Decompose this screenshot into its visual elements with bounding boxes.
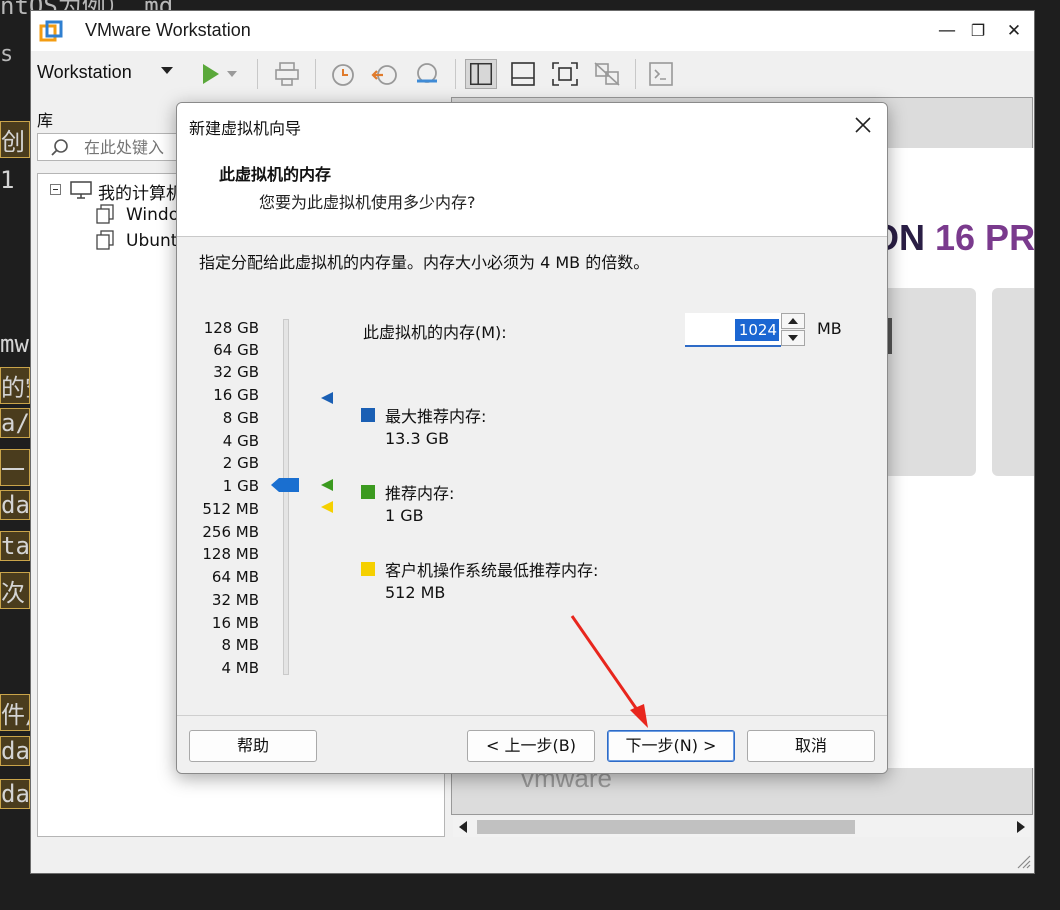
scale-label: 1 GB [222, 477, 259, 495]
bg-editor-text: 1 [0, 166, 15, 194]
memory-size-field[interactable] [685, 313, 781, 347]
scrollbar-thumb[interactable] [477, 820, 855, 834]
scale-label: 512 MB [202, 500, 259, 518]
memory-unit: MB [817, 319, 842, 338]
search-icon [51, 139, 68, 156]
scale-label: 4 MB [221, 659, 259, 677]
minimize-button[interactable]: — [934, 19, 960, 43]
scale-label: 32 MB [211, 591, 259, 609]
dialog-title: 新建虚拟机向导 [189, 119, 302, 138]
resize-grip-icon[interactable] [1013, 851, 1031, 869]
scroll-left-icon[interactable] [459, 821, 467, 833]
scale-label: 128 MB [202, 545, 259, 563]
recommended-label: 推荐内存: [385, 484, 455, 503]
console-view-icon[interactable] [645, 59, 677, 89]
help-button[interactable]: 帮助 [189, 730, 317, 762]
page-heading: 此虚拟机的内存 [219, 165, 332, 184]
bg-editor-text: da [0, 736, 30, 766]
vmware-logo-icon [39, 20, 63, 42]
max-recommended-marker [321, 392, 333, 404]
snapshot-clock-icon[interactable] [327, 59, 359, 89]
min-recommended-marker [321, 501, 333, 513]
snapshot-manager-icon[interactable] [411, 59, 443, 89]
max-recommended-label: 最大推荐内存: [385, 407, 487, 426]
chevron-down-icon[interactable] [161, 67, 173, 74]
instruction-text: 指定分配给此虚拟机的内存量。内存大小必须为 4 MB 的倍数。 [199, 253, 650, 272]
bg-editor-text: mw [0, 330, 29, 358]
scale-label: 64 GB [213, 341, 259, 359]
min-recommended-swatch [361, 562, 375, 576]
vm-icon [96, 230, 114, 250]
scale-label: 8 MB [221, 636, 259, 654]
title-bar: VMware Workstation — ❐ ✕ [31, 11, 1034, 51]
toolbar-separator [257, 59, 258, 89]
thumbnail-bar-icon[interactable] [507, 59, 539, 89]
library-label: 库 [37, 111, 54, 130]
memory-slider-thumb[interactable] [271, 477, 299, 493]
min-recommended-label: 客户机操作系统最低推荐内存: [385, 561, 599, 580]
dialog-title-bar: 新建虚拟机向导 [177, 103, 887, 147]
bg-editor-text: 一 [0, 449, 30, 486]
annotation-arrow-icon [570, 615, 648, 728]
memory-size-label: 此虚拟机的内存(M): [363, 323, 507, 342]
max-recommended-value: 13.3 GB [385, 429, 450, 448]
scale-label: 16 MB [211, 614, 259, 632]
new-vm-wizard-dialog: 新建虚拟机向导 此虚拟机的内存 您要为此虚拟机使用多少内存? 指定分配给此虚拟机… [176, 102, 888, 774]
show-library-icon[interactable] [465, 59, 497, 89]
dialog-footer: 帮助 < 上一步(B) 下一步(N) > 取消 [177, 715, 887, 773]
max-recommended-swatch [361, 408, 375, 422]
scale-label: 256 MB [202, 523, 259, 541]
memory-decrement-button[interactable] [781, 330, 805, 346]
revert-snapshot-icon[interactable] [369, 59, 401, 89]
recommended-marker [321, 479, 333, 491]
cancel-button[interactable]: 取消 [747, 730, 875, 762]
scale-label: 4 GB [222, 432, 259, 450]
bg-editor-text: 件/ [0, 694, 30, 731]
toolbar-separator [315, 59, 316, 89]
power-on-play-icon[interactable] [195, 59, 241, 89]
memory-slider-track[interactable] [283, 319, 289, 675]
toolbar-separator [635, 59, 636, 89]
home-card[interactable] [992, 288, 1034, 476]
tree-item-my-computer[interactable]: 我的计算机 [98, 179, 183, 204]
horizontal-scrollbar[interactable] [453, 817, 1031, 837]
toolbar: Workstation [31, 53, 1034, 93]
toolbar-separator [455, 59, 456, 89]
close-icon[interactable] [853, 115, 873, 135]
page-subheading: 您要为此虚拟机使用多少内存? [259, 193, 476, 212]
dialog-header: 此虚拟机的内存 您要为此虚拟机使用多少内存? [177, 147, 887, 237]
scale-label: 8 GB [222, 409, 259, 427]
scale-label: 16 GB [213, 386, 259, 404]
bg-editor-text: s [0, 42, 14, 67]
bg-editor-text: 次 [0, 572, 30, 609]
workstation-menu[interactable]: Workstation [37, 62, 132, 83]
scale-label: 64 MB [211, 568, 259, 586]
bg-editor-text: 的空 [0, 367, 30, 404]
bg-editor-text: da [0, 490, 30, 520]
product-brand: ON 16 PRO [871, 217, 1035, 259]
min-recommended-value: 512 MB [385, 583, 446, 602]
vm-icon [96, 204, 114, 224]
bg-editor-text: da [0, 779, 30, 809]
bg-editor-text: 创 [0, 121, 30, 158]
scale-label: 32 GB [213, 363, 259, 381]
scale-label: 128 GB [203, 319, 259, 337]
memory-size-input[interactable] [735, 319, 779, 341]
scale-label: 2 GB [222, 454, 259, 472]
recommended-swatch [361, 485, 375, 499]
suspend-printer-icon[interactable] [271, 59, 303, 89]
brand-accent-text: 16 PRO [935, 217, 1035, 258]
recommended-value: 1 GB [385, 506, 424, 525]
memory-increment-button[interactable] [781, 313, 805, 329]
full-screen-icon[interactable] [549, 59, 581, 89]
window-title: VMware Workstation [85, 20, 251, 40]
close-button[interactable]: ✕ [1001, 19, 1027, 43]
scroll-right-icon[interactable] [1017, 821, 1025, 833]
maximize-button[interactable]: ❐ [965, 19, 991, 43]
bg-editor-text: a/ [0, 408, 30, 438]
tree-collapse-toggle[interactable] [50, 184, 61, 195]
bg-editor-text: ta [0, 531, 30, 561]
computer-icon [70, 181, 92, 199]
unity-disabled-icon[interactable] [591, 59, 623, 89]
